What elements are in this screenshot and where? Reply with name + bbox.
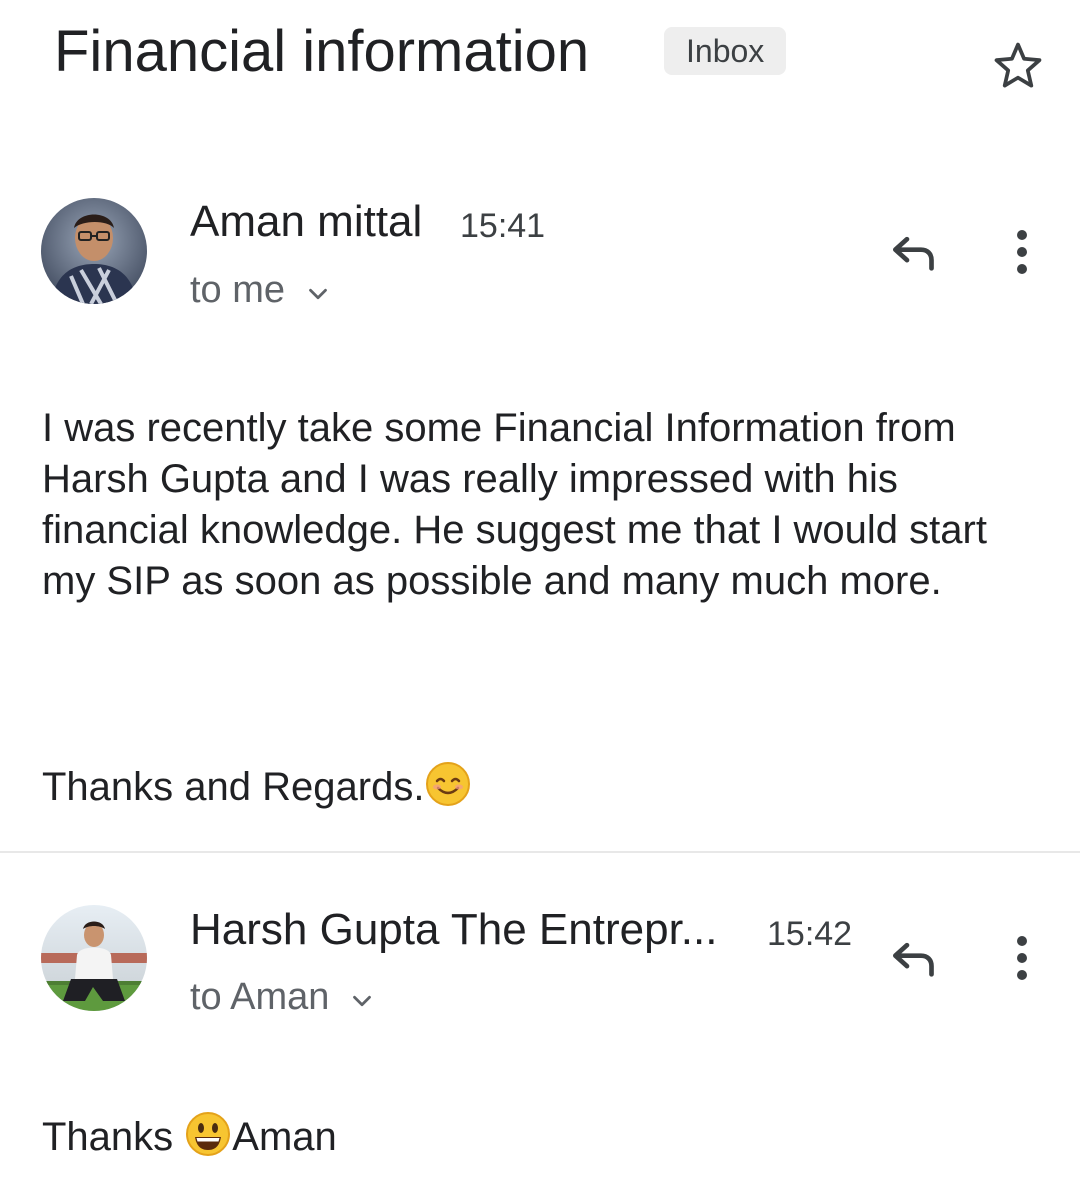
- signoff-text: Thanks and Regards.: [42, 765, 425, 809]
- message-time: 15:42: [767, 915, 853, 953]
- reply-icon[interactable]: [882, 220, 946, 284]
- sender-avatar-harsh[interactable]: [41, 905, 147, 1011]
- more-options-icon[interactable]: [990, 926, 1054, 990]
- grinning-face-emoji-icon: [184, 1110, 232, 1171]
- body-text-before: Thanks: [42, 1115, 185, 1159]
- message-body: Thanks Aman: [42, 1110, 1032, 1171]
- recipient-details-toggle[interactable]: to Aman: [190, 975, 377, 1019]
- sender-avatar-aman[interactable]: [41, 198, 147, 304]
- message-time: 15:41: [460, 207, 546, 245]
- recipient-label: to me: [190, 269, 286, 311]
- chevron-down-icon: [303, 275, 333, 305]
- message-body: I was recently take some Financial Infor…: [42, 406, 987, 603]
- chevron-down-icon: [347, 982, 377, 1012]
- sender-name: Harsh Gupta The Entrepr...: [190, 905, 718, 954]
- message-divider: [0, 851, 1080, 853]
- sender-name: Aman mittal: [190, 197, 423, 246]
- message-signoff: Thanks and Regards.: [42, 760, 1032, 821]
- reply-icon[interactable]: [882, 926, 946, 990]
- star-icon[interactable]: [990, 38, 1046, 94]
- smiling-face-emoji-icon: [424, 760, 472, 821]
- more-options-icon[interactable]: [990, 220, 1054, 284]
- thread-subject: Financial information: [54, 19, 590, 84]
- recipient-details-toggle[interactable]: to me: [190, 268, 333, 312]
- recipient-label: to Aman: [190, 976, 330, 1018]
- body-text-after: Aman: [232, 1115, 337, 1159]
- inbox-label-chip[interactable]: Inbox: [664, 27, 787, 75]
